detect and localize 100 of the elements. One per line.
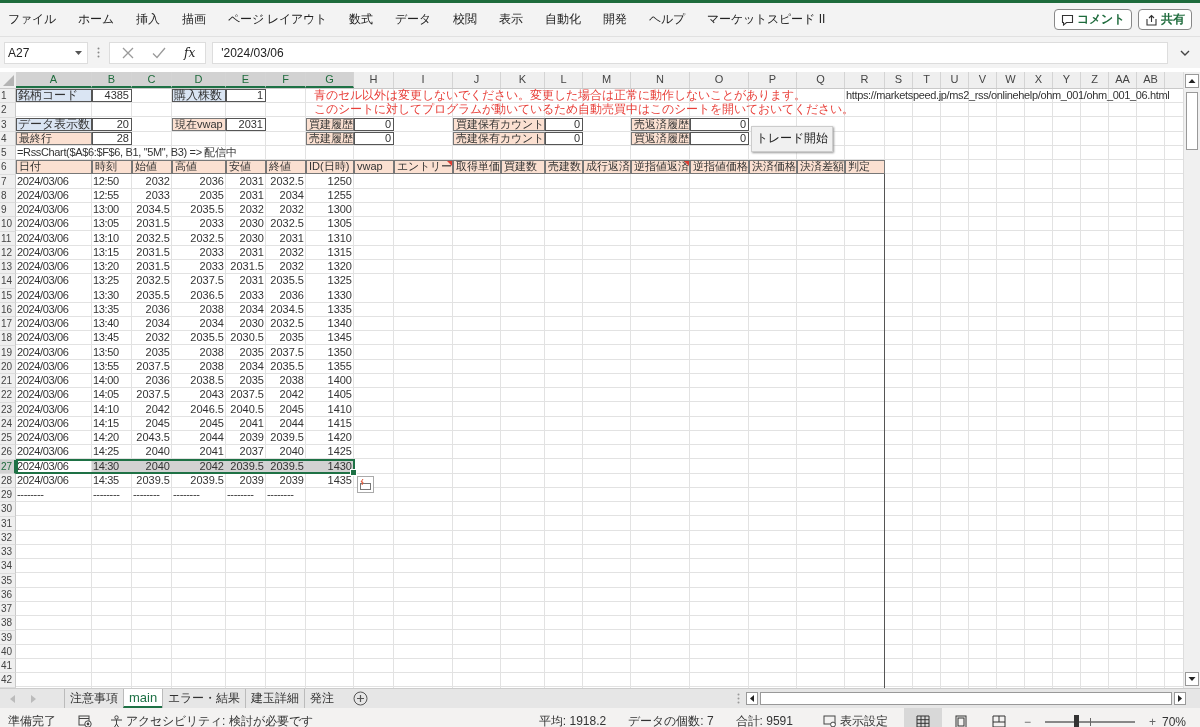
insert-function-button[interactable]: fx <box>184 45 196 60</box>
column-header[interactable]: R <box>845 72 885 88</box>
row-number[interactable]: 33 <box>0 545 16 560</box>
column-header[interactable]: Z <box>1081 72 1109 88</box>
sheet-cell[interactable]: 決済価格 <box>749 160 797 174</box>
column-header[interactable]: G <box>306 72 354 88</box>
row-number[interactable]: 13 <box>0 260 16 275</box>
zoom-out-button[interactable]: − <box>1023 714 1031 727</box>
column-header[interactable]: V <box>969 72 997 88</box>
sheet-cell[interactable]: 成行返済 <box>583 160 631 174</box>
row-number[interactable]: 34 <box>0 559 16 574</box>
sheet-cell[interactable]: 売建保有カウント <box>453 131 545 145</box>
row-number[interactable]: 6 <box>0 160 16 175</box>
column-header[interactable]: O <box>690 72 749 88</box>
column-header[interactable]: AA <box>1109 72 1137 88</box>
column-header[interactable]: U <box>941 72 969 88</box>
macro-record-icon[interactable] <box>78 715 92 727</box>
row-number[interactable]: 25 <box>0 431 16 446</box>
share-button[interactable]: 共有 <box>1138 9 1192 30</box>
row-number[interactable]: 14 <box>0 274 16 289</box>
scroll-up-icon[interactable] <box>1185 74 1199 88</box>
sheet-tab[interactable]: main <box>123 689 163 708</box>
ribbon-tab[interactable]: 自動化 <box>545 11 595 28</box>
sheet-cell[interactable]: 0 <box>545 117 583 131</box>
column-header[interactable]: P <box>749 72 797 88</box>
ribbon-tab[interactable]: ヘルプ <box>649 11 699 28</box>
column-header[interactable]: S <box>885 72 913 88</box>
scroll-left-icon[interactable] <box>746 692 758 705</box>
zoom-level[interactable]: 70% <box>1161 714 1186 727</box>
sheet-cell[interactable]: 売返済履歴 <box>631 117 690 131</box>
cancel-icon[interactable] <box>122 46 134 59</box>
accessibility-status[interactable]: アクセシビリティ: 検討が必要です <box>110 713 313 727</box>
ribbon-tab[interactable]: マーケットスピード II <box>707 11 839 28</box>
sheet-cell[interactable]: 日付 <box>16 160 92 174</box>
column-header[interactable]: Q <box>797 72 845 88</box>
ribbon-tab[interactable]: 表示 <box>499 11 537 28</box>
row-number[interactable]: 18 <box>0 331 16 346</box>
row-number[interactable]: 2 <box>0 103 16 118</box>
column-header[interactable]: B <box>92 72 132 88</box>
ribbon-tab[interactable]: 校閲 <box>453 11 491 28</box>
zoom-in-button[interactable]: + <box>1148 714 1156 727</box>
sheet-cell[interactable]: 0 <box>545 131 583 145</box>
trade-start-button[interactable]: トレード開始 <box>751 125 833 152</box>
ribbon-tab[interactable]: 挿入 <box>136 11 173 28</box>
ribbon-tab[interactable]: 数式 <box>349 11 387 28</box>
column-header[interactable]: C <box>132 72 172 88</box>
expand-icon[interactable] <box>1180 49 1190 56</box>
row-number[interactable]: 9 <box>0 203 16 218</box>
row-number[interactable]: 17 <box>0 317 16 332</box>
column-header[interactable]: I <box>394 72 453 88</box>
quick-analysis-icon[interactable] <box>357 475 374 493</box>
row-number[interactable]: 5 <box>0 146 16 161</box>
sheet-cell[interactable]: 買建履歴 <box>306 117 354 131</box>
row-number[interactable]: 21 <box>0 374 16 389</box>
sheet-cell[interactable]: 売建数 <box>545 160 583 174</box>
name-box[interactable]: A27 <box>4 41 88 64</box>
column-header[interactable]: D <box>172 72 226 88</box>
scroll-thumb[interactable] <box>1186 92 1198 150</box>
sheet-cell[interactable]: 終値 <box>266 160 306 174</box>
column-header[interactable]: X <box>1025 72 1053 88</box>
sheet-cell[interactable]: 28 <box>92 131 132 145</box>
column-header[interactable]: F <box>266 72 306 88</box>
sheet-cell[interactable]: 1 <box>226 89 266 103</box>
ribbon-tab[interactable]: 描画 <box>182 11 219 28</box>
row-number[interactable]: 10 <box>0 217 16 232</box>
sheet-cell[interactable]: 銘柄コード <box>16 89 92 103</box>
sheet-cell[interactable]: 買建数 <box>501 160 545 174</box>
sheet-cell[interactable]: 逆指値価格 <box>690 160 749 174</box>
display-settings-button[interactable]: 表示設定 <box>822 713 888 727</box>
sheet-cell[interactable]: 買返済履歴 <box>631 131 690 145</box>
ribbon-tab[interactable]: ファイル <box>8 11 69 28</box>
scroll-right-icon[interactable] <box>1174 692 1186 705</box>
row-number[interactable]: 22 <box>0 388 16 403</box>
row-number[interactable]: 41 <box>0 659 16 674</box>
sheet-cell[interactable]: 0 <box>690 117 749 131</box>
row-number[interactable]: 37 <box>0 602 16 617</box>
column-header[interactable]: H <box>354 72 394 88</box>
row-number[interactable]: 38 <box>0 616 16 631</box>
row-number[interactable]: 29 <box>0 488 16 503</box>
sheet-cell[interactable]: 0 <box>354 131 394 145</box>
sheet-cell[interactable]: 取得単価 <box>453 160 501 174</box>
row-number[interactable]: 26 <box>0 445 16 460</box>
sheet-cell[interactable]: 決済差額 <box>797 160 845 174</box>
sheet-cell[interactable]: 売建履歴 <box>306 131 354 145</box>
sheet-cell[interactable]: 買建保有カウント <box>453 117 545 131</box>
comment-button[interactable]: コメント <box>1054 9 1132 30</box>
sheet-cell[interactable]: 安値 <box>226 160 266 174</box>
sheet-cell[interactable]: 最終行 <box>16 131 92 145</box>
sheet-cell[interactable]: データ表示数 <box>16 117 92 131</box>
column-header[interactable]: T <box>913 72 941 88</box>
row-number[interactable]: 30 <box>0 502 16 517</box>
zoom-slider[interactable] <box>1044 714 1135 727</box>
sheet-cell[interactable]: ID(日時) <box>306 160 354 174</box>
column-header[interactable]: N <box>631 72 690 88</box>
column-header[interactable]: L <box>545 72 583 88</box>
formula-field[interactable]: '2024/03/06 <box>212 41 1168 64</box>
ribbon-tab[interactable]: ホーム <box>78 11 127 28</box>
row-number[interactable]: 42 <box>0 673 16 688</box>
sheet-cell[interactable]: 20 <box>92 117 132 131</box>
sheet-cell[interactable]: 判定 <box>845 160 885 174</box>
